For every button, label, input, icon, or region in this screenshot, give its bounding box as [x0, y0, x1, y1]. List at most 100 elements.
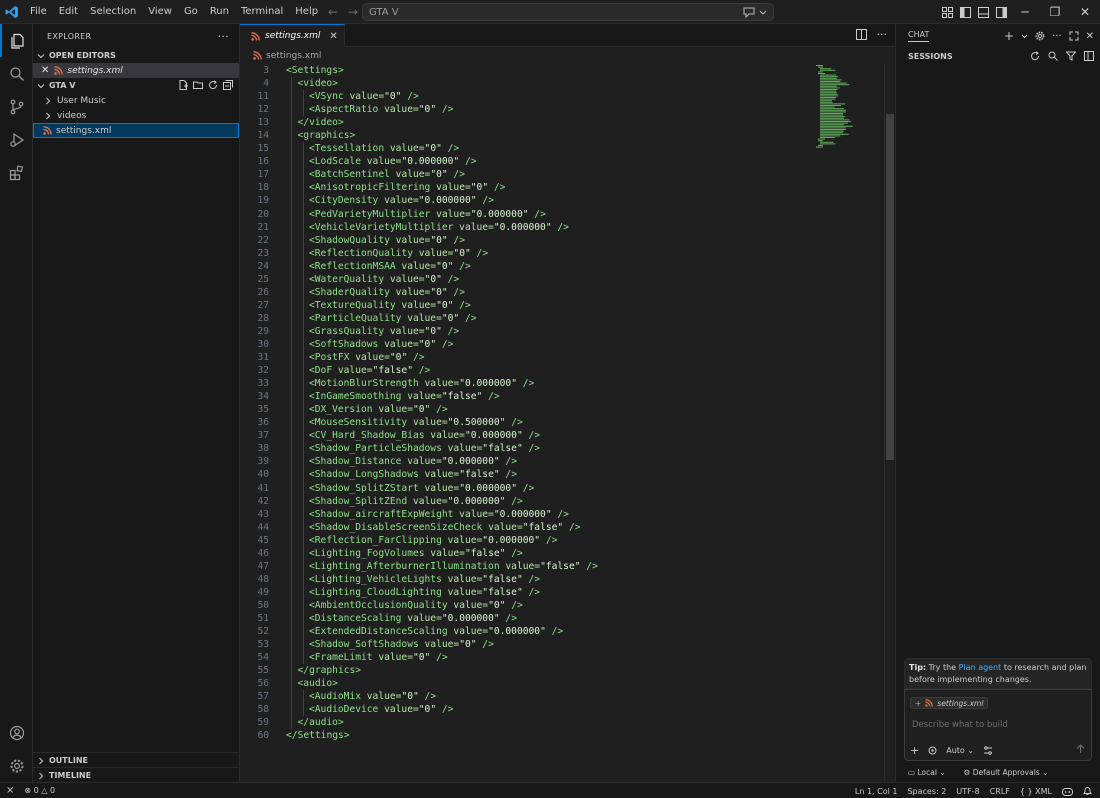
- minimap-line: [820, 76, 839, 78]
- layout-customize-icon[interactable]: [938, 0, 956, 24]
- tools-icon[interactable]: [983, 746, 993, 755]
- chat-title[interactable]: CHAT: [908, 30, 930, 42]
- chat-input-box[interactable]: + settings.xml Describe what to build + …: [904, 689, 1092, 761]
- indent-guide: [302, 520, 304, 534]
- indent-guide: [302, 272, 304, 286]
- tag-name: Shadow_aircraftExpWeight: [314, 508, 454, 520]
- command-center[interactable]: GTA V: [362, 3, 774, 21]
- add-context-icon[interactable]: +: [915, 699, 921, 708]
- menu-view[interactable]: View: [142, 0, 178, 24]
- back-arrow-icon[interactable]: ←: [326, 4, 340, 20]
- tree-file-item[interactable]: settings.xml: [33, 123, 239, 138]
- minimize-icon[interactable]: ─: [1010, 0, 1040, 24]
- toggle-secondary-sidebar-icon[interactable]: [992, 0, 1010, 24]
- toggle-panel-icon[interactable]: [974, 0, 992, 24]
- approvals-picker[interactable]: ⚙ Default Approvals ⌄: [964, 768, 1049, 777]
- tag-name: Settings: [291, 65, 338, 76]
- tree-folder-item[interactable]: videos: [33, 108, 239, 123]
- breadcrumb[interactable]: settings.xml: [240, 47, 895, 64]
- chat-toggle-icon[interactable]: [743, 7, 755, 18]
- chat-placeholder[interactable]: Describe what to build: [912, 720, 1008, 730]
- timeline-section[interactable]: TIMELINE: [33, 767, 240, 782]
- chevron-down-icon[interactable]: [759, 7, 767, 18]
- mode-picker[interactable]: Auto ⌄: [946, 746, 974, 755]
- menu-help[interactable]: Help: [289, 0, 324, 24]
- toggle-sidebar-icon[interactable]: [956, 0, 974, 24]
- attr-name: value=: [378, 104, 419, 116]
- search-icon[interactable]: [0, 57, 33, 90]
- attach-icon[interactable]: [928, 746, 937, 755]
- location-picker[interactable]: ▭ Local ⌄: [908, 768, 946, 777]
- menu-terminal[interactable]: Terminal: [235, 0, 289, 24]
- context-attachment[interactable]: + settings.xml: [910, 697, 989, 709]
- close-icon[interactable]: ✕: [41, 65, 49, 76]
- language-mode[interactable]: { } XML: [1020, 787, 1052, 796]
- panel-toggle-icon[interactable]: [1084, 51, 1094, 61]
- code-text: <Shadow_LongShadows value="false" />: [269, 468, 517, 482]
- split-editor-icon[interactable]: [855, 29, 867, 40]
- filter-icon[interactable]: [1066, 51, 1076, 61]
- scrollbar-thumb[interactable]: [886, 114, 894, 460]
- copilot-icon[interactable]: [1062, 787, 1073, 796]
- account-icon[interactable]: [0, 716, 33, 749]
- more-actions-icon[interactable]: ···: [1052, 31, 1062, 42]
- tag-name: ExtendedDistanceScaling: [314, 626, 448, 638]
- more-actions-icon[interactable]: ···: [218, 30, 229, 43]
- extensions-icon[interactable]: [0, 156, 33, 189]
- problems-indicator[interactable]: ⊗ 0 △ 0: [24, 786, 55, 795]
- indentation[interactable]: Spaces: 2: [907, 787, 946, 796]
- explorer-icon[interactable]: [0, 24, 33, 57]
- close-window-icon[interactable]: ✕: [1070, 0, 1100, 24]
- end-of-line[interactable]: CRLF: [990, 787, 1010, 796]
- line-number: 22: [257, 234, 269, 246]
- chevron-down-icon[interactable]: [1021, 33, 1028, 40]
- forward-arrow-icon[interactable]: →: [346, 4, 360, 20]
- close-icon[interactable]: ✕: [1086, 31, 1094, 42]
- workspace-section[interactable]: GTA V: [33, 78, 239, 93]
- new-chat-icon[interactable]: +: [1004, 29, 1014, 43]
- tab-close-icon[interactable]: ✕: [329, 31, 337, 42]
- refresh-icon[interactable]: [208, 80, 218, 90]
- tree-folder-item[interactable]: User Music: [33, 93, 239, 108]
- tag-bracket: />: [580, 560, 598, 572]
- gear-icon[interactable]: [1035, 31, 1045, 41]
- collapse-all-icon[interactable]: [223, 80, 233, 90]
- new-file-icon[interactable]: [178, 80, 188, 90]
- manage-gear-icon[interactable]: [0, 749, 33, 782]
- notifications-bell-icon[interactable]: [1083, 786, 1092, 796]
- outline-section[interactable]: OUTLINE: [33, 752, 240, 767]
- remote-icon[interactable]: ⨯: [6, 785, 14, 796]
- send-icon[interactable]: [1076, 744, 1085, 754]
- minimap[interactable]: [814, 64, 860, 174]
- tag-name: SoftShadows: [314, 338, 379, 350]
- add-icon[interactable]: +: [910, 744, 919, 757]
- source-control-icon[interactable]: [0, 90, 33, 123]
- menu-selection[interactable]: Selection: [84, 0, 142, 24]
- cursor-position[interactable]: Ln 1, Col 1: [855, 787, 898, 796]
- maximize-icon[interactable]: [1069, 31, 1079, 41]
- menu-run[interactable]: Run: [204, 0, 235, 24]
- search-icon[interactable]: [1048, 51, 1058, 61]
- tag-bracket: />: [522, 586, 541, 598]
- indent-guide: [291, 116, 292, 130]
- minimap-line: [820, 85, 837, 87]
- code-editor[interactable]: 3 <Settings> 4 <video> 11 <VSync value="0" />…: [240, 64, 880, 742]
- tab-settings-xml[interactable]: settings.xml ✕: [240, 24, 345, 47]
- open-editors-section[interactable]: OPEN EDITORS: [33, 48, 239, 63]
- editor-scrollbar[interactable]: [884, 64, 894, 782]
- menu-edit[interactable]: Edit: [53, 0, 84, 24]
- menu-file[interactable]: File: [24, 0, 53, 24]
- plan-agent-link[interactable]: Plan agent: [959, 663, 1002, 672]
- restore-icon[interactable]: ❐: [1040, 0, 1070, 24]
- open-editor-item[interactable]: ✕ settings.xml: [33, 63, 239, 78]
- code-text: <ShadowQuality value="0" />: [269, 233, 465, 247]
- encoding[interactable]: UTF-8: [956, 787, 979, 796]
- new-folder-icon[interactable]: [193, 80, 203, 90]
- run-debug-icon[interactable]: [0, 123, 33, 156]
- attr-name: value=: [401, 456, 442, 468]
- more-actions-icon[interactable]: ···: [877, 29, 888, 40]
- code-text: <PedVarietyMultiplier value="0.000000" /…: [269, 207, 546, 221]
- refresh-icon[interactable]: [1030, 51, 1040, 61]
- tag-bracket: >: [337, 117, 344, 129]
- menu-go[interactable]: Go: [178, 0, 204, 24]
